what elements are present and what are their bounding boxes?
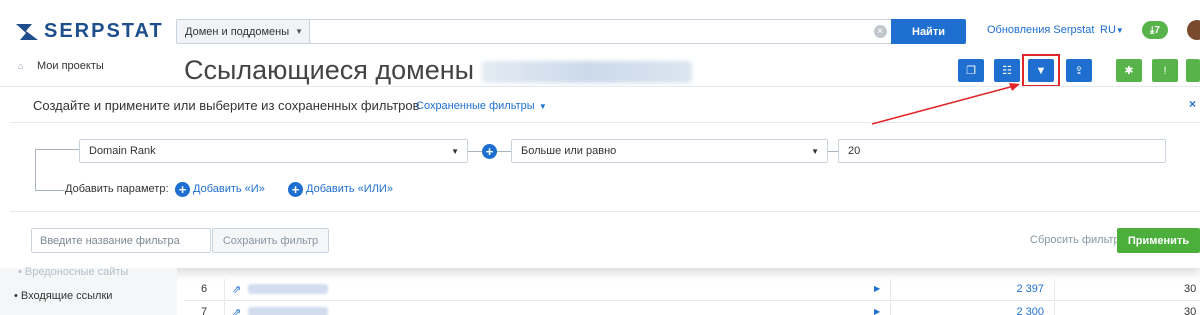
annotation-arrow xyxy=(871,83,1020,125)
app-root: SERPSTAT Домен и поддомены ▼ × Найти Обн… xyxy=(0,0,1200,315)
